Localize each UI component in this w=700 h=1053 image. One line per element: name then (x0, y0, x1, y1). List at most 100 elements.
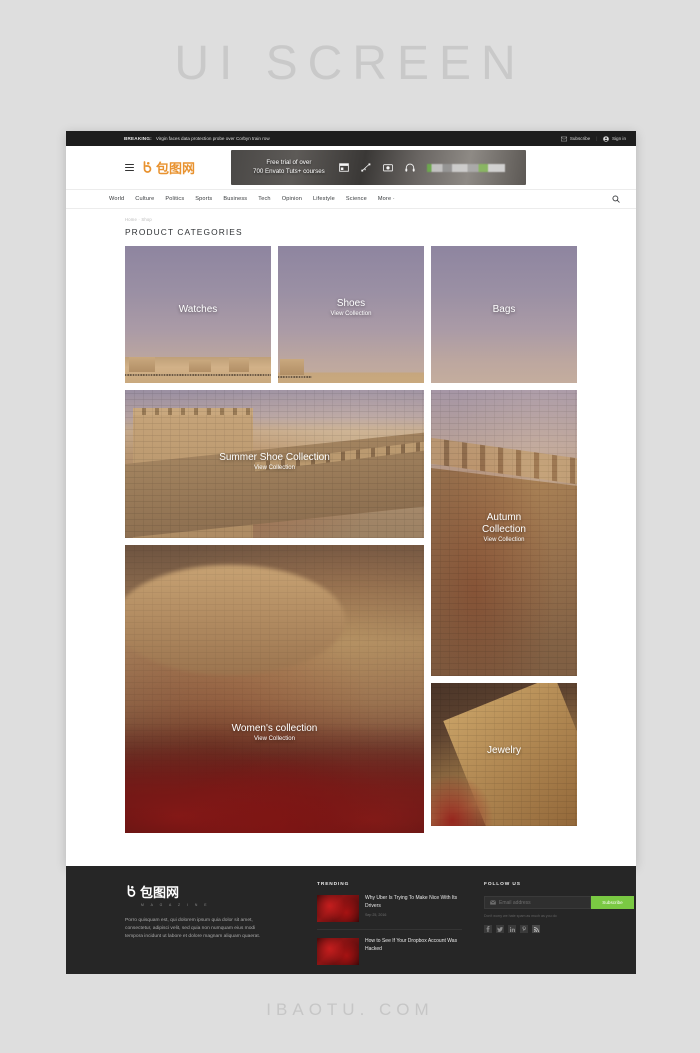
site-logo[interactable]: 包图网 (141, 158, 195, 177)
trending-heading: TRENDING (317, 882, 350, 887)
footer-trending-column: TRENDING Why Uber Is Trying To Make Nice… (317, 882, 462, 972)
footer-logo[interactable]: 包图网 (125, 882, 295, 901)
promo-line1: Free trial of over (266, 159, 312, 166)
user-icon (603, 135, 610, 142)
nav-item-more[interactable]: More · (378, 196, 395, 202)
breadcrumb-current: Shop (141, 217, 152, 222)
nav-item-politics[interactable]: Politics (165, 196, 184, 202)
vector-pen-icon (361, 163, 371, 172)
breadcrumb-section: Home · Shop PRODUCT CATEGORIES (66, 209, 636, 237)
footer-columns: 包图网 M A G A Z I N E Porro quisquam est, … (66, 866, 636, 972)
trending-item[interactable]: How to See If Your Dropbox Account Was H… (317, 938, 462, 972)
nav-item-opinion[interactable]: Opinion (282, 196, 302, 202)
nav-item-lifestyle[interactable]: Lifestyle (313, 196, 335, 202)
nav-item-culture[interactable]: Culture (135, 196, 154, 202)
site-header: 包图网 Free trial of over 700 Envato Tuts+ … (66, 146, 636, 189)
card-subtitle[interactable]: View Collection (278, 311, 424, 317)
card-label: Bags (431, 304, 577, 316)
footer-logo-text: 包图网 (140, 886, 180, 901)
divider: | (596, 136, 598, 141)
wall-decoration (125, 357, 271, 383)
trending-thumbnail (317, 938, 359, 965)
layout-icon (338, 163, 349, 172)
linkedin-icon[interactable] (508, 925, 516, 933)
card-label: Watches (125, 304, 271, 316)
category-card-autumn[interactable]: Autumn Collection View Collection (431, 390, 577, 676)
card-label: Shoes View Collection (278, 298, 424, 317)
breaking-headline[interactable]: Virgin faces data protection probe over … (156, 136, 270, 141)
card-label: Jewelry (431, 745, 577, 757)
card-title: Shoes (336, 298, 366, 309)
breaking-label: BREAKING: (124, 136, 152, 141)
card-subtitle[interactable]: View Collection (125, 465, 424, 471)
trending-thumbnail (317, 895, 359, 922)
card-title: Bags (492, 304, 516, 315)
category-row-2: Summer Shoe Collection View Collection W… (125, 390, 577, 833)
menu-icon[interactable] (125, 162, 134, 174)
tower-shape (189, 360, 211, 372)
nav-item-science[interactable]: Science (346, 196, 367, 202)
category-right-column: Autumn Collection View Collection Jewelr… (431, 390, 577, 833)
footer-brand-column: 包图网 M A G A Z I N E Porro quisquam est, … (125, 882, 295, 972)
breaking-right: Subscribe | Sign in (561, 135, 626, 142)
category-card-womens[interactable]: Women's collection View Collection (125, 545, 424, 833)
card-subtitle[interactable]: View Collection (431, 537, 577, 543)
promo-icon-list (338, 163, 415, 172)
breadcrumb-home[interactable]: Home (125, 217, 137, 222)
card-title: Watches (178, 304, 218, 315)
nav-item-business[interactable]: Business (223, 196, 247, 202)
envelope-icon (561, 136, 568, 141)
logo-text: 包图网 (156, 162, 196, 177)
subscribe-button[interactable]: Subscribe (591, 896, 634, 909)
nav-item-sports[interactable]: Sports (195, 196, 212, 202)
footer-description: Porro quisquam est, qui dolorem ipsum qu… (125, 918, 261, 939)
nav-item-tech[interactable]: Tech (258, 196, 270, 202)
category-card-bags[interactable]: Bags (431, 246, 577, 383)
signin-label: Sign in (611, 136, 626, 141)
logo-b-icon (127, 884, 136, 897)
card-title: Summer Shoe Collection (219, 452, 330, 463)
promo-banner[interactable]: Free trial of over 700 Envato Tuts+ cour… (231, 150, 527, 185)
foliage-overlay (431, 766, 501, 826)
category-grid: Watches Shoes View Collection Bags Summe… (125, 246, 577, 833)
card-title: Jewelry (487, 745, 521, 756)
card-label: Autumn Collection View Collection (431, 512, 577, 543)
nav-item-world[interactable]: World (109, 196, 124, 202)
search-button[interactable] (612, 195, 620, 203)
headphones-icon (405, 163, 415, 172)
webpage-mockup: BREAKING: Virgin faces data protection p… (66, 131, 636, 866)
facebook-icon[interactable] (484, 925, 492, 933)
spam-note: Don't worry we hate spam as much as you … (484, 914, 557, 918)
canvas-watermark: IBAOTU. COM (266, 1000, 434, 1019)
card-title: Women's collection (231, 723, 318, 734)
category-card-jewelry[interactable]: Jewelry (431, 683, 577, 826)
rss-icon[interactable] (532, 925, 540, 933)
card-label: Women's collection View Collection (125, 723, 424, 742)
signin-link[interactable]: Sign in (603, 135, 626, 142)
envelope-icon (490, 900, 496, 905)
promo-line2: 700 Envato Tuts+ courses (253, 167, 325, 175)
category-card-watches[interactable]: Watches (125, 246, 271, 383)
tower-shape (280, 359, 304, 375)
card-subtitle[interactable]: View Collection (125, 736, 424, 742)
pinterest-icon[interactable] (520, 925, 528, 933)
breaking-left: BREAKING: Virgin faces data protection p… (124, 136, 270, 141)
logo-b-icon (143, 160, 152, 173)
subscribe-label: Subscribe (569, 136, 591, 141)
trending-item[interactable]: Why Uber Is Trying To Make Nice With Its… (317, 895, 462, 930)
breadcrumb-separator: · (138, 217, 140, 222)
page-title: PRODUCT CATEGORIES (125, 227, 243, 237)
email-input[interactable]: Email address (484, 896, 591, 909)
card-label: Summer Shoe Collection View Collection (125, 452, 424, 471)
twitter-icon[interactable] (496, 925, 504, 933)
promo-brand-logo (426, 163, 505, 172)
card-title: Autumn (486, 512, 522, 523)
footer-follow-column: FOLLOW US Email address Subscribe Don't … (484, 882, 634, 972)
site-footer: 包图网 M A G A Z I N E Porro quisquam est, … (66, 866, 636, 974)
subscribe-link[interactable]: Subscribe (561, 136, 590, 142)
canvas-title: UI SCREEN (174, 37, 526, 90)
footer-logo-subtitle: M A G A Z I N E (141, 903, 210, 907)
category-row-1: Watches Shoes View Collection Bags (125, 246, 577, 383)
category-card-summer-shoe[interactable]: Summer Shoe Collection View Collection (125, 390, 424, 538)
category-card-shoes[interactable]: Shoes View Collection (278, 246, 424, 383)
